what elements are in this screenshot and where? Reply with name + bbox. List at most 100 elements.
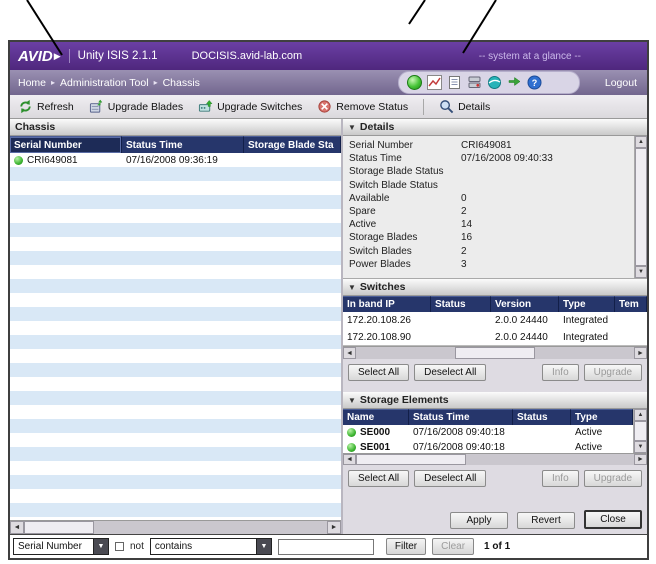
column-header-status-time[interactable]: Status Time bbox=[122, 136, 244, 153]
filter-operator-select[interactable]: contains ▼ bbox=[149, 538, 272, 555]
scrollbar-track[interactable] bbox=[356, 347, 455, 359]
storage-vertical-scrollbar[interactable]: ▲ ▼ bbox=[633, 409, 647, 453]
chassis-serial: CRI649081 bbox=[27, 154, 78, 166]
switches-deselect-all-button[interactable]: Deselect All bbox=[414, 363, 487, 381]
scrollbar-thumb[interactable] bbox=[455, 347, 535, 359]
scroll-down-icon[interactable]: ▼ bbox=[634, 441, 647, 453]
transfer-icon[interactable] bbox=[507, 75, 522, 90]
window-titlebar: AVID ▶ Unity ISIS 2.1.1 DOCISIS.avid-lab… bbox=[10, 42, 647, 70]
scrollbar-track[interactable] bbox=[466, 454, 634, 465]
details-vertical-scrollbar[interactable]: ▲ ▼ bbox=[634, 136, 647, 278]
filter-button[interactable]: Filter bbox=[385, 538, 427, 555]
switches-upgrade-button[interactable]: Upgrade bbox=[583, 363, 642, 381]
switches-button-row: Select All Deselect All Info Upgrade bbox=[343, 359, 647, 385]
breadcrumb-separator-icon: ▸ bbox=[153, 78, 158, 87]
scroll-down-icon[interactable]: ▼ bbox=[635, 266, 647, 278]
result-count-label: 1 of 1 bbox=[484, 541, 511, 552]
refresh-button[interactable]: Refresh bbox=[18, 99, 74, 114]
switches-table-body: 172.20.108.26 2.0.0 24440 Integrated 172… bbox=[343, 312, 647, 346]
chassis-horizontal-scrollbar[interactable]: ◄ ► bbox=[10, 520, 341, 534]
remove-status-button[interactable]: Remove Status bbox=[317, 99, 408, 114]
scroll-left-icon[interactable]: ◄ bbox=[10, 521, 24, 534]
storage-info-button[interactable]: Info bbox=[541, 469, 579, 487]
breadcrumb-chassis[interactable]: Chassis bbox=[163, 77, 200, 89]
scroll-left-icon[interactable]: ◄ bbox=[343, 454, 356, 465]
storage-deselect-all-button[interactable]: Deselect All bbox=[414, 469, 487, 487]
column-header-serial-number[interactable]: Serial Number bbox=[10, 136, 122, 153]
switch-row[interactable]: 172.20.108.90 2.0.0 24440 Integrated bbox=[343, 329, 647, 345]
column-header-version[interactable]: Version bbox=[491, 296, 559, 312]
revert-button[interactable]: Revert bbox=[517, 512, 575, 529]
scrollbar-thumb[interactable] bbox=[356, 454, 466, 465]
clear-button[interactable]: Clear bbox=[432, 538, 475, 555]
storage-row[interactable]: SE000 07/16/2008 09:40:18 Active bbox=[343, 425, 633, 440]
scrollbar-track[interactable] bbox=[535, 347, 634, 359]
switches-horizontal-scrollbar[interactable]: ◄ ► bbox=[343, 346, 647, 359]
storage-section-title: Storage Elements bbox=[359, 394, 449, 406]
upgrade-switches-button[interactable]: Upgrade Switches bbox=[198, 99, 302, 114]
storage-server-icon[interactable] bbox=[467, 75, 482, 90]
scroll-left-icon[interactable]: ◄ bbox=[343, 347, 356, 359]
close-button[interactable]: Close bbox=[584, 510, 642, 529]
log-document-icon[interactable] bbox=[447, 75, 462, 90]
storage-upgrade-button[interactable]: Upgrade bbox=[583, 469, 642, 487]
scrollbar-thumb[interactable] bbox=[635, 148, 647, 266]
column-header-status-time[interactable]: Status Time bbox=[409, 409, 513, 425]
scroll-right-icon[interactable]: ► bbox=[327, 521, 341, 534]
detail-panels: ▼ Details Serial Number CRI649081 Status … bbox=[343, 119, 647, 534]
switch-type-cell: Integrated bbox=[563, 315, 609, 326]
scrollbar-track[interactable] bbox=[94, 521, 327, 534]
column-header-in-band-ip[interactable]: In band IP bbox=[343, 296, 431, 312]
remove-status-icon bbox=[318, 100, 331, 113]
breadcrumb-home[interactable]: Home bbox=[18, 77, 46, 89]
switch-row[interactable]: 172.20.108.26 2.0.0 24440 Integrated bbox=[343, 312, 647, 329]
scroll-right-icon[interactable]: ► bbox=[634, 347, 647, 359]
detail-label: Switch Blade Status bbox=[349, 179, 438, 191]
filter-text-input[interactable] bbox=[277, 538, 374, 555]
filter-field-select[interactable]: Serial Number ▼ bbox=[13, 538, 109, 555]
not-checkbox[interactable] bbox=[115, 542, 124, 551]
column-header-name[interactable]: Name bbox=[343, 409, 409, 425]
detail-value: 14 bbox=[461, 219, 473, 231]
column-header-type[interactable]: Type bbox=[571, 409, 633, 425]
performance-chart-icon[interactable] bbox=[427, 75, 442, 90]
details-section-header[interactable]: ▼ Details bbox=[343, 119, 647, 136]
column-header-temp[interactable]: Tem bbox=[615, 296, 647, 312]
switches-section-header[interactable]: ▼ Switches bbox=[343, 279, 647, 296]
storage-row[interactable]: SE001 07/16/2008 09:40:18 Active bbox=[343, 440, 633, 453]
status-led-green-icon bbox=[14, 155, 23, 165]
storage-section-header[interactable]: ▼ Storage Elements bbox=[343, 392, 647, 409]
column-header-storage-blade-status[interactable]: Storage Blade Sta bbox=[244, 136, 341, 153]
scroll-up-icon[interactable]: ▲ bbox=[635, 136, 647, 148]
storage-horizontal-scrollbar[interactable]: ◄ ► bbox=[343, 453, 647, 465]
chassis-table-body: CRI649081 07/16/2008 09:36:19 bbox=[10, 153, 341, 520]
network-globe-icon[interactable] bbox=[487, 75, 502, 90]
storage-select-all-button[interactable]: Select All bbox=[348, 469, 410, 487]
scrollbar-thumb[interactable] bbox=[634, 421, 647, 441]
chassis-row[interactable]: CRI649081 07/16/2008 09:36:19 bbox=[10, 153, 341, 167]
detail-value: 2 bbox=[461, 206, 467, 218]
logout-link[interactable]: Logout bbox=[605, 77, 637, 89]
status-led-green-icon bbox=[347, 428, 356, 437]
column-header-type[interactable]: Type bbox=[559, 296, 615, 312]
switches-info-button[interactable]: Info bbox=[541, 363, 579, 381]
scroll-up-icon[interactable]: ▲ bbox=[634, 409, 647, 421]
switches-select-all-button[interactable]: Select All bbox=[348, 363, 410, 381]
avid-logo-mark-icon: ▶ bbox=[53, 50, 61, 61]
column-header-status[interactable]: Status bbox=[431, 296, 491, 312]
scroll-right-icon[interactable]: ► bbox=[634, 454, 647, 465]
filter-field-value: Serial Number bbox=[18, 541, 82, 552]
storage-table-header: Name Status Time Status Type bbox=[343, 409, 633, 425]
details-button[interactable]: Details bbox=[439, 99, 490, 114]
titlebar-divider bbox=[68, 49, 70, 63]
scrollbar-thumb[interactable] bbox=[24, 521, 94, 534]
magnifier-icon bbox=[440, 100, 454, 114]
status-led-green-icon bbox=[347, 443, 356, 452]
help-icon[interactable]: ? bbox=[527, 75, 542, 90]
apply-button[interactable]: Apply bbox=[450, 512, 508, 529]
column-header-status[interactable]: Status bbox=[513, 409, 571, 425]
upgrade-blades-button[interactable]: Upgrade Blades bbox=[89, 99, 183, 114]
breadcrumb-admin-tool[interactable]: Administration Tool bbox=[60, 77, 149, 89]
system-status-led[interactable] bbox=[407, 75, 422, 90]
storage-status-time-cell: 07/16/2008 09:40:18 bbox=[413, 427, 505, 438]
